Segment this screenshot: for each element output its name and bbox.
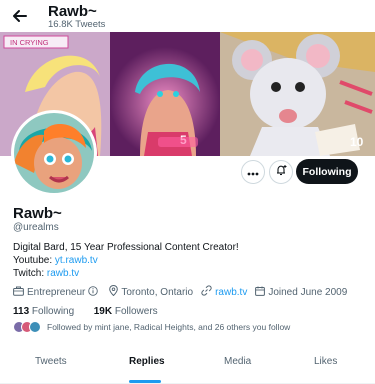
following-stat-label: Following	[31, 306, 75, 317]
location-item: Toronto, Ontario	[109, 284, 194, 299]
tab-replies[interactable]: Replies	[129, 356, 165, 367]
youtube-link[interactable]: yt.rawb.tv	[55, 255, 98, 266]
follower-avatar	[29, 321, 41, 333]
bio-line: Digital Bard, 15 Year Professional Conte…	[13, 242, 239, 253]
active-tab-indicator	[129, 380, 161, 383]
category-item: Entrepreneur	[13, 285, 101, 299]
banner-caption: IN CRYING	[10, 38, 49, 47]
profile-name: Rawb~	[13, 205, 62, 222]
following-button[interactable]: Following	[296, 159, 358, 184]
profile-bio: Digital Bard, 15 Year Professional Conte…	[13, 241, 239, 280]
twitch-link[interactable]: rawb.tv	[47, 268, 79, 279]
following-stat[interactable]: 113 Following	[13, 306, 74, 317]
tab-likes[interactable]: Likes	[314, 356, 337, 367]
info-icon[interactable]	[88, 285, 101, 299]
tab-media[interactable]: Media	[224, 356, 251, 367]
followed-by-text: Followed by mint jane, Radical Heights, …	[47, 322, 291, 332]
subscribe-icon	[275, 163, 287, 181]
profile-meta: Entrepreneur Toronto, Ontario rawb.tv Jo…	[13, 284, 355, 299]
more-icon	[247, 163, 259, 181]
following-count: 113	[13, 306, 30, 317]
location-pin-icon	[109, 284, 121, 299]
website-link[interactable]: rawb.tv	[215, 287, 247, 298]
avatar[interactable]	[11, 110, 97, 196]
back-arrow-icon[interactable]	[10, 6, 30, 26]
bio-youtube-prefix: Youtube:	[13, 255, 55, 266]
category-label: Entrepreneur	[27, 286, 86, 298]
link-icon	[201, 285, 215, 299]
banner-number-right: 10	[350, 135, 364, 149]
tab-tweets[interactable]: Tweets	[35, 356, 67, 367]
header-tweet-count: 16.8K Tweets	[48, 19, 106, 30]
bio-twitch-prefix: Twitch:	[13, 268, 47, 279]
bio-youtube: Youtube: yt.rawb.tv	[13, 254, 239, 267]
followed-by-row[interactable]: Followed by mint jane, Radical Heights, …	[13, 321, 290, 333]
joined-item: Joined June 2009	[255, 286, 347, 299]
top-bar: Rawb~ 16.8K Tweets	[0, 0, 375, 32]
bio-twitch: Twitch: rawb.tv	[13, 267, 239, 280]
profile-tabs: Tweets Replies Media Likes	[0, 347, 375, 384]
location-label: Toronto, Ontario	[121, 286, 194, 298]
followers-stat[interactable]: 19K Followers	[94, 306, 158, 317]
profile-stats: 113 Following 19K Followers	[13, 306, 158, 317]
website-item: rawb.tv	[201, 285, 247, 299]
profile-handle: @urealms	[13, 222, 59, 233]
more-options-button[interactable]	[241, 160, 265, 184]
joined-label: Joined June 2009	[268, 286, 348, 298]
header-display-name: Rawb~	[48, 3, 97, 20]
briefcase-icon	[13, 286, 27, 299]
followers-stat-label: Followers	[114, 306, 158, 317]
calendar-icon	[255, 286, 268, 299]
followers-count: 19K	[93, 306, 113, 317]
notifications-button[interactable]	[269, 160, 293, 184]
